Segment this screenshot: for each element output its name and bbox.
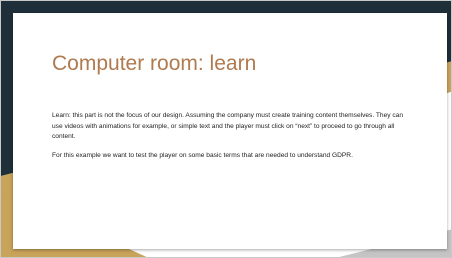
body-paragraph-learn: Learn: this part is not the focus of our…: [52, 112, 404, 140]
slide-card: Computer room: learn Learn: this part is…: [13, 13, 447, 249]
slide-title: Computer room: learn: [52, 52, 257, 75]
slide-body: Learn: this part is not the focus of our…: [52, 111, 412, 169]
presentation-viewport: Computer room: learn Learn: this part is…: [0, 0, 452, 258]
body-paragraph-example: For this example we want to test the pla…: [52, 151, 353, 159]
